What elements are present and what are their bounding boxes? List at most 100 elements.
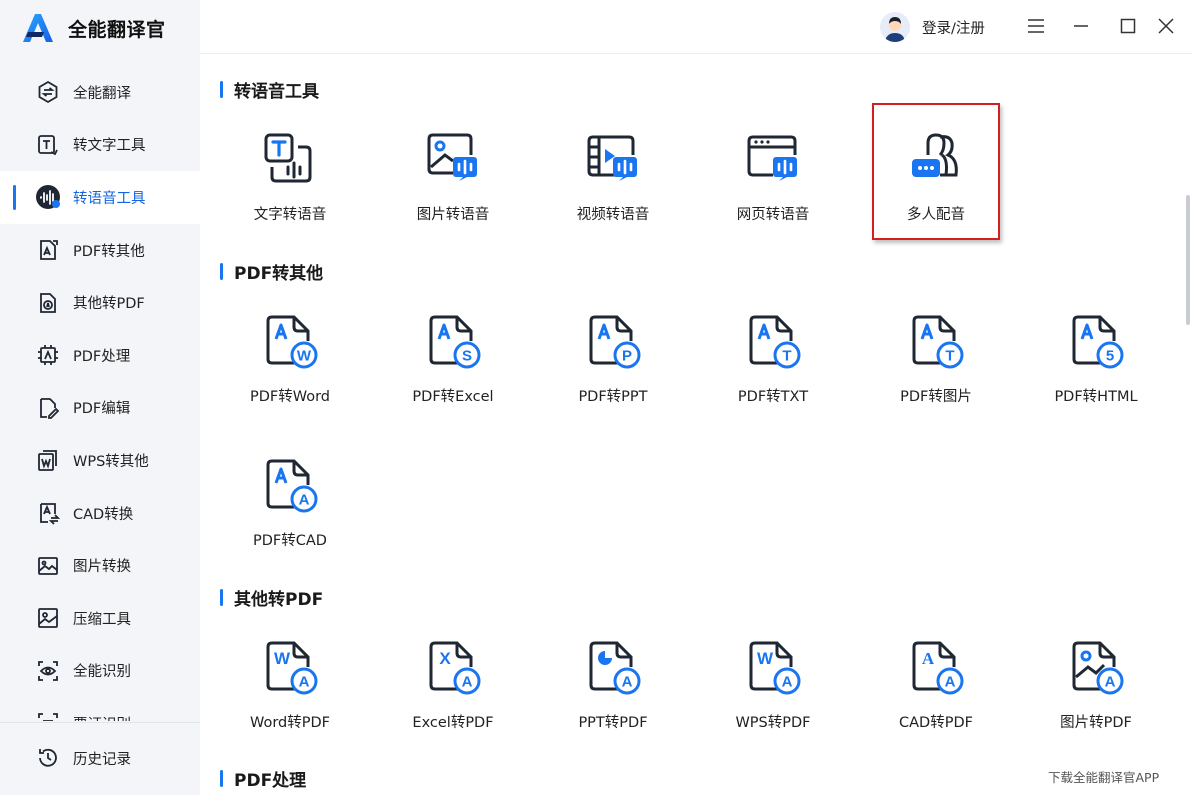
tool-video-to-speech[interactable]: 视频转语音: [543, 117, 683, 247]
pdf-edit-icon: [35, 395, 61, 421]
tool-label: PDF转Word: [249, 389, 331, 405]
sidebar-item-history[interactable]: 历史记录: [0, 723, 200, 793]
voice-wave-icon: [35, 184, 61, 210]
icon-badge-letter: T: [782, 348, 791, 365]
tool-pdf-to-excel[interactable]: S PDF转Excel: [383, 299, 523, 429]
section-title-voice: 转语音工具: [220, 77, 319, 102]
sidebar-item-label: 图片转换: [73, 559, 131, 576]
image-to-pdf-icon: A: [1072, 641, 1124, 695]
sidebar-item-label: WPS转其他: [73, 453, 149, 470]
video-to-speech-icon: [587, 135, 637, 181]
close-button[interactable]: [1154, 14, 1178, 38]
tool-pdf-to-ppt[interactable]: P PDF转PPT: [543, 299, 683, 429]
sidebar-item-label: 转语音工具: [73, 190, 146, 207]
app-logo-icon: [23, 14, 53, 42]
tool-label: WPS转PDF: [735, 715, 811, 731]
section-title-pdf-process: PDF处理: [220, 766, 306, 791]
maximize-button[interactable]: [1116, 14, 1140, 38]
close-icon: [1158, 18, 1174, 34]
icon-badge-letter: A: [299, 674, 310, 691]
tool-word-to-pdf[interactable]: A W Word转PDF: [220, 625, 360, 755]
scroll-thumb[interactable]: [1186, 195, 1190, 325]
sidebar-item-text-tools[interactable]: 转文字工具: [0, 119, 200, 172]
tool-label: 图片转语音: [416, 207, 490, 223]
tool-label: PDF转Excel: [412, 389, 494, 405]
ppt-to-pdf-icon: A: [589, 641, 641, 695]
sidebar-item-label: CAD转换: [73, 506, 134, 523]
sidebar-item-compress[interactable]: 压缩工具: [0, 592, 200, 645]
ticket-icon: [35, 710, 61, 721]
tool-ppt-to-pdf[interactable]: A PPT转PDF: [543, 625, 683, 755]
user-avatar-icon: [880, 12, 910, 42]
tool-webpage-to-speech[interactable]: 网页转语音: [703, 117, 843, 247]
tool-pdf-to-html[interactable]: 5 PDF转HTML: [1026, 299, 1166, 429]
tool-cad-to-pdf[interactable]: A A CAD转PDF: [866, 625, 1006, 755]
minimize-icon: [1074, 25, 1088, 27]
tool-pdf-to-word[interactable]: W PDF转Word: [220, 299, 360, 429]
icon-format-letter: X: [439, 649, 451, 668]
sidebar-item-label: PDF转其他: [73, 243, 145, 260]
tool-label: 视频转语音: [576, 207, 650, 223]
section-title-other-to-pdf: 其他转PDF: [220, 585, 323, 610]
login-button[interactable]: 登录/注册: [880, 12, 985, 42]
sidebar-item-pdf-to-other[interactable]: PDF转其他: [0, 224, 200, 277]
sidebar-item-recognition[interactable]: 全能识别: [0, 645, 200, 698]
text-convert-icon: [35, 132, 61, 158]
icon-badge-letter: A: [945, 674, 956, 691]
brand: 全能翻译官: [22, 10, 166, 46]
tool-image-to-pdf[interactable]: A 图片转PDF: [1026, 625, 1166, 755]
sidebar-item-translate[interactable]: 全能翻译: [0, 66, 200, 119]
word-to-pdf-icon: AW: [266, 641, 318, 695]
scrollbar[interactable]: [1184, 55, 1192, 795]
sidebar-item-cad[interactable]: CAD转换: [0, 487, 200, 540]
tool-label: PDF转HTML: [1054, 389, 1138, 405]
pdf-to-cad-icon: A: [266, 459, 318, 513]
tool-label: CAD转PDF: [899, 715, 973, 731]
compress-icon: [35, 605, 61, 631]
sidebar-item-label: PDF编辑: [73, 401, 131, 418]
image-convert-icon: [35, 553, 61, 579]
app-name: 全能翻译官: [68, 18, 166, 41]
image-to-speech-icon: [427, 133, 477, 181]
tool-label: Excel转PDF: [412, 715, 494, 731]
minimize-button[interactable]: [1069, 14, 1093, 38]
history-icon: [35, 745, 61, 771]
tool-pdf-to-cad[interactable]: A PDF转CAD: [220, 443, 360, 573]
pdf-process-icon: [35, 342, 61, 368]
sidebar-item-pdf-process[interactable]: PDF处理: [0, 329, 200, 382]
sidebar-item-other-to-pdf[interactable]: 其他转PDF: [0, 276, 200, 329]
sidebar-item-wps[interactable]: WPS转其他: [0, 434, 200, 487]
translate-icon: [35, 79, 61, 105]
sidebar-footer: 历史记录: [0, 722, 200, 795]
tool-label: PDF转TXT: [737, 389, 809, 405]
tool-image-to-speech[interactable]: 图片转语音: [383, 117, 523, 247]
tool-label: PDF转图片: [900, 389, 972, 405]
icon-badge-letter: A: [299, 492, 310, 509]
pdf-export-icon: [35, 237, 61, 263]
cad-icon: [35, 500, 61, 526]
text-to-speech-icon: [264, 133, 312, 183]
tool-label: Word转PDF: [249, 715, 331, 731]
scan-eye-icon: [35, 658, 61, 684]
tool-wps-to-pdf[interactable]: A W WPS转PDF: [703, 625, 843, 755]
tool-excel-to-pdf[interactable]: A X Excel转PDF: [383, 625, 523, 755]
sidebar-item-label: 其他转PDF: [73, 296, 145, 313]
pdf-to-ppt-icon: P: [589, 315, 641, 369]
icon-badge-letter: S: [462, 348, 472, 365]
webpage-to-speech-icon: [747, 135, 797, 181]
tool-text-to-speech[interactable]: 文字转语音: [220, 117, 360, 247]
sidebar-item-image-convert[interactable]: 图片转换: [0, 539, 200, 592]
sidebar-item-pdf-edit[interactable]: PDF编辑: [0, 382, 200, 435]
tool-pdf-to-txt[interactable]: T PDF转TXT: [703, 299, 843, 429]
sidebar-item-ticket[interactable]: 票证识别: [0, 697, 200, 721]
menu-button[interactable]: [1024, 14, 1048, 38]
sidebar: 全能翻译官 全能翻译 转文字工具 转语音工具 PDF转其他 其他转PDF PDF…: [0, 0, 200, 795]
hamburger-icon: [1028, 19, 1044, 33]
tool-label: 文字转语音: [253, 207, 327, 223]
tool-pdf-to-image[interactable]: T PDF转图片: [866, 299, 1006, 429]
pdf-to-html-icon: 5: [1072, 315, 1124, 369]
icon-badge-letter: A: [782, 674, 793, 691]
download-app-link[interactable]: 下载全能翻译官APP: [1048, 767, 1159, 786]
title-bar: 登录/注册: [200, 0, 1192, 54]
sidebar-item-voice-tools[interactable]: 转语音工具: [0, 171, 200, 224]
